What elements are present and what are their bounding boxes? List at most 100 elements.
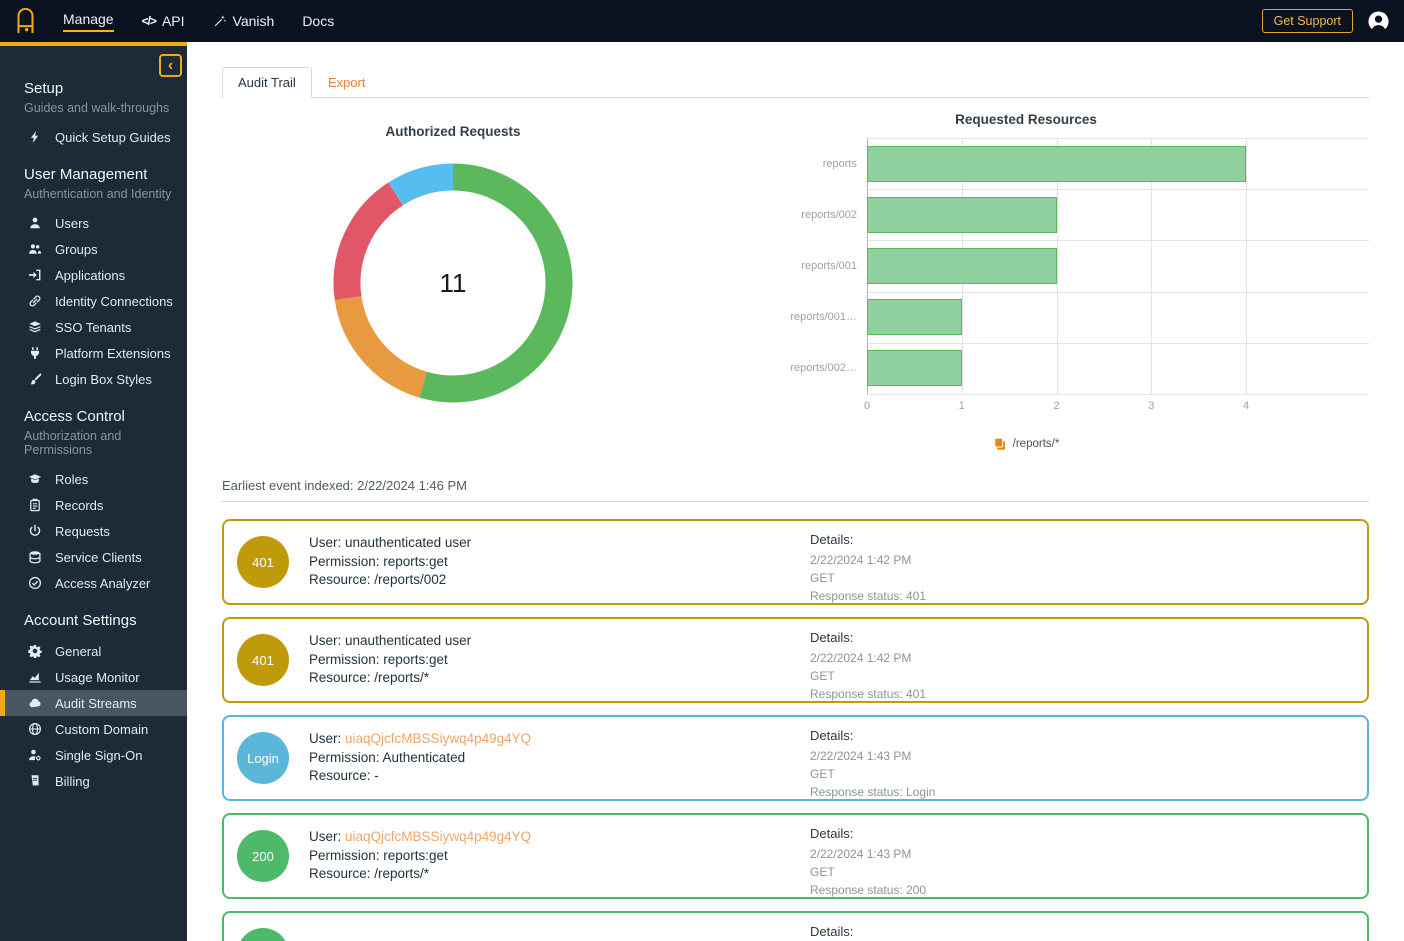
nav-item-vanish[interactable]: Vanish <box>213 13 274 29</box>
code-icon: </> <box>141 14 157 28</box>
section-title: User Management <box>24 166 148 183</box>
status-badge: 401 <box>237 536 289 588</box>
row-separator <box>867 342 1369 344</box>
resource-line: Resource: /reports/002 <box>309 572 447 588</box>
sidebar-item-label: Users <box>55 215 89 231</box>
sidebar-item-usage-monitor[interactable]: Usage Monitor <box>0 664 187 690</box>
sidebar-item-label: Service Clients <box>55 549 142 565</box>
sidebar-item-label: Identity Connections <box>55 293 173 309</box>
authorized-requests-title: Authorized Requests <box>385 124 521 139</box>
details-method: GET <box>810 767 835 781</box>
sidebar-collapse-button[interactable]: ‹ <box>159 54 182 77</box>
nav-api-label: API <box>161 13 185 29</box>
sidebar-item-label: Applications <box>55 267 126 283</box>
details-status: Response status: 200 <box>810 883 927 897</box>
permission-line: Permission: reports:get <box>309 651 448 667</box>
audit-event-card[interactable]: 401 User: unauthenticated user Permissio… <box>222 519 1369 605</box>
nav-item-manage[interactable]: Manage <box>63 11 114 32</box>
section-title: Account Settings <box>24 612 137 629</box>
bar <box>867 350 962 387</box>
row-separator <box>867 394 1369 395</box>
x-tick-label: 4 <box>1242 400 1250 412</box>
tab-export[interactable]: Export <box>312 68 382 97</box>
clipboard-icon <box>28 498 42 512</box>
details-heading: Details: <box>810 924 854 939</box>
globe-icon <box>28 722 42 736</box>
tab-audit-trail[interactable]: Audit Trail <box>222 67 312 98</box>
permission-line: Permission: Authenticated <box>309 749 466 765</box>
sidebar-item-users[interactable]: Users <box>0 210 187 236</box>
requested-resources-chart: 0 1 2 3 4 reports reports/002 reports/001 report… <box>790 138 1369 412</box>
event-summary: User: unauthenticated user Permission: r… <box>309 632 471 688</box>
sidebar-section-account-settings: Account Settings General Usage Monitor A… <box>0 612 187 794</box>
sidebar-item-general[interactable]: General <box>0 638 187 664</box>
power-icon <box>28 524 42 538</box>
sidebar-item-identity-connections[interactable]: Identity Connections <box>0 288 187 314</box>
sidebar-item-login-box-styles[interactable]: Login Box Styles <box>0 366 187 392</box>
event-details: Details: <box>810 924 853 941</box>
nav-item-api[interactable]: </> API <box>142 13 185 29</box>
wand-icon <box>213 14 227 28</box>
chart-icon <box>28 670 42 684</box>
event-details: Details: 2/22/2024 1:42 PM GET Response … <box>810 630 926 703</box>
audit-event-card[interactable]: 200 User: uiaqQjcfcMBSSiywq4p49g4YQ Perm… <box>222 813 1369 899</box>
sidebar-item-single-sign-on[interactable]: Single Sign-On <box>0 742 187 768</box>
chart-legend: /reports/* <box>876 437 1176 451</box>
status-badge: Login <box>237 732 289 784</box>
sidebar-item-label: Login Box Styles <box>55 371 152 387</box>
x-tick-label: 0 <box>863 400 871 412</box>
row-separator <box>867 138 1369 139</box>
sidebar-item-sso-tenants[interactable]: SSO Tenants <box>0 314 187 340</box>
sidebar-item-quick-setup-guides[interactable]: Quick Setup Guides <box>0 124 187 150</box>
section-subtitle: Authorization and Permissions <box>24 429 122 457</box>
top-navbar: Manage </> API Vanish Docs Get Support <box>0 0 1404 42</box>
sidebar-item-applications[interactable]: Applications <box>0 262 187 288</box>
sidebar-item-label: Platform Extensions <box>55 345 171 361</box>
x-tick-label: 2 <box>1053 400 1060 412</box>
sidebar-section-user-management: User Management Authentication and Ident… <box>0 166 187 392</box>
x-tick-label: 1 <box>958 400 965 412</box>
sidebar-item-custom-domain[interactable]: Custom Domain <box>0 716 187 742</box>
section-title: Setup <box>24 80 64 97</box>
sidebar-item-records[interactable]: Records <box>0 492 187 518</box>
user-id-link[interactable]: uiaqQjcfcMBSSiywq4p49g4YQ <box>345 731 531 746</box>
main-content: Audit Trail Export Authorized Requests 1… <box>187 42 1404 941</box>
user-icon <box>28 216 42 230</box>
details-heading: Details: <box>810 630 854 645</box>
sidebar-item-requests[interactable]: Requests <box>0 518 187 544</box>
sidebar-item-groups[interactable]: Groups <box>0 236 187 262</box>
bar <box>867 299 962 336</box>
brand-logo-lock-icon[interactable] <box>14 7 37 35</box>
graduation-cap-icon <box>28 472 42 486</box>
resource-line: Resource: /reports/* <box>309 670 430 686</box>
details-time: 2/22/2024 1:42 PM <box>810 651 912 665</box>
sidebar-item-access-analyzer[interactable]: Access Analyzer <box>0 570 187 596</box>
x-tick-label: 3 <box>1148 400 1155 412</box>
sidebar-item-label: Billing <box>55 773 90 789</box>
avatar-icon[interactable] <box>1367 10 1390 33</box>
section-title: Access Control <box>24 408 125 425</box>
requested-resources-title: Requested Resources <box>955 112 1097 127</box>
audit-event-card[interactable]: Login User: uiaqQjcfcMBSSiywq4p49g4YQ Pe… <box>222 715 1369 801</box>
user-label: User: <box>309 633 342 649</box>
category-label: reports/001 <box>801 259 857 272</box>
event-details: Details: 2/22/2024 1:43 PM GET Response … <box>810 826 926 899</box>
sidebar-item-roles[interactable]: Roles <box>0 466 187 492</box>
event-summary: User: unauthenticated user Permission: r… <box>309 534 471 590</box>
details-status: Response status: Login <box>810 785 936 799</box>
category-label: reports/001… <box>790 311 857 324</box>
user-id-link[interactable]: uiaqQjcfcMBSSiywq4p49g4YQ <box>345 829 531 844</box>
sidebar-item-billing[interactable]: Billing <box>0 768 187 794</box>
sidebar-item-audit-streams[interactable]: Audit Streams <box>0 690 187 716</box>
nav-manage-label: Manage <box>63 11 114 32</box>
sidebar-item-service-clients[interactable]: Service Clients <box>0 544 187 570</box>
sidebar-item-label: SSO Tenants <box>55 319 132 335</box>
audit-event-card[interactable]: User: uiaqQjcfcMBSSiywq4p49g4YQ Details: <box>222 911 1369 941</box>
event-summary: User: uiaqQjcfcMBSSiywq4p49g4YQ Permissi… <box>309 730 531 786</box>
get-support-button[interactable]: Get Support <box>1261 9 1353 33</box>
sidebar-item-platform-extensions[interactable]: Platform Extensions <box>0 340 187 366</box>
sign-in-icon <box>28 268 42 282</box>
nav-item-docs[interactable]: Docs <box>302 13 334 29</box>
user-label: User: <box>309 829 342 845</box>
audit-event-card[interactable]: 401 User: unauthenticated user Permissio… <box>222 617 1369 703</box>
